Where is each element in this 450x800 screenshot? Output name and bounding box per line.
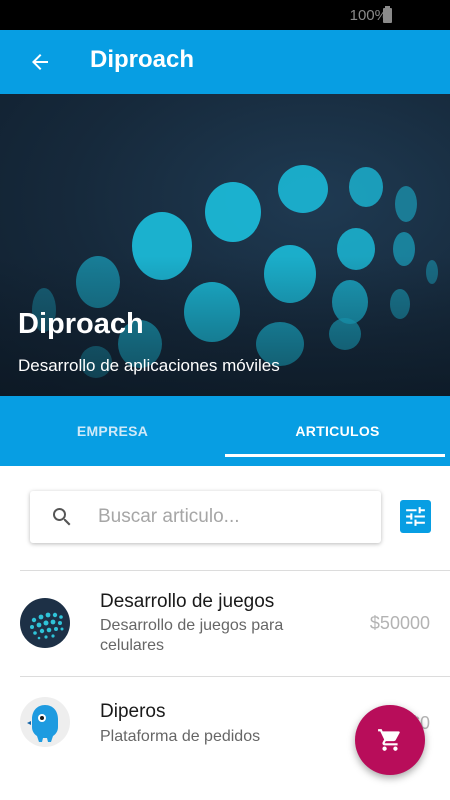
filter-button[interactable] — [400, 500, 431, 533]
app-screen: 100% Diproach Diproach Desarrollo de apl… — [0, 0, 450, 800]
item-title: Desarrollo de juegos — [100, 591, 275, 612]
item-title: Diperos — [100, 701, 166, 722]
hero-banner: Diproach Desarrollo de aplicaciones móvi… — [0, 94, 450, 396]
tune-sliders-icon — [406, 507, 425, 526]
blue-bird-mascot — [20, 697, 70, 747]
arrow-back-icon — [32, 54, 48, 70]
dotted-sphere-logo — [20, 598, 70, 648]
search-box — [30, 491, 381, 543]
app-title: Diproach — [90, 46, 195, 73]
item-description: Plataforma de pedidos — [100, 728, 261, 745]
hero-title: Diproach — [18, 308, 144, 340]
battery-full-icon — [383, 6, 392, 23]
cart-fab-button[interactable] — [355, 705, 425, 775]
item-price: $50000 — [369, 613, 430, 633]
status-bar: 100% — [0, 0, 450, 30]
list-item[interactable]: Desarrollo de juegos Desarrollo de juego… — [0, 571, 450, 676]
back-button[interactable] — [22, 44, 58, 80]
shopping-cart-icon — [378, 729, 400, 751]
search-input[interactable] — [98, 491, 368, 543]
search-icon — [53, 508, 71, 526]
item-description: Desarrollo de juegos para celulares — [100, 617, 284, 654]
active-tab-indicator — [225, 454, 445, 457]
app-bar: Diproach — [0, 30, 450, 94]
hero-subtitle: Desarrollo de aplicaciones móviles — [18, 356, 280, 375]
tab-empresa[interactable]: EMPRESA — [0, 396, 225, 466]
